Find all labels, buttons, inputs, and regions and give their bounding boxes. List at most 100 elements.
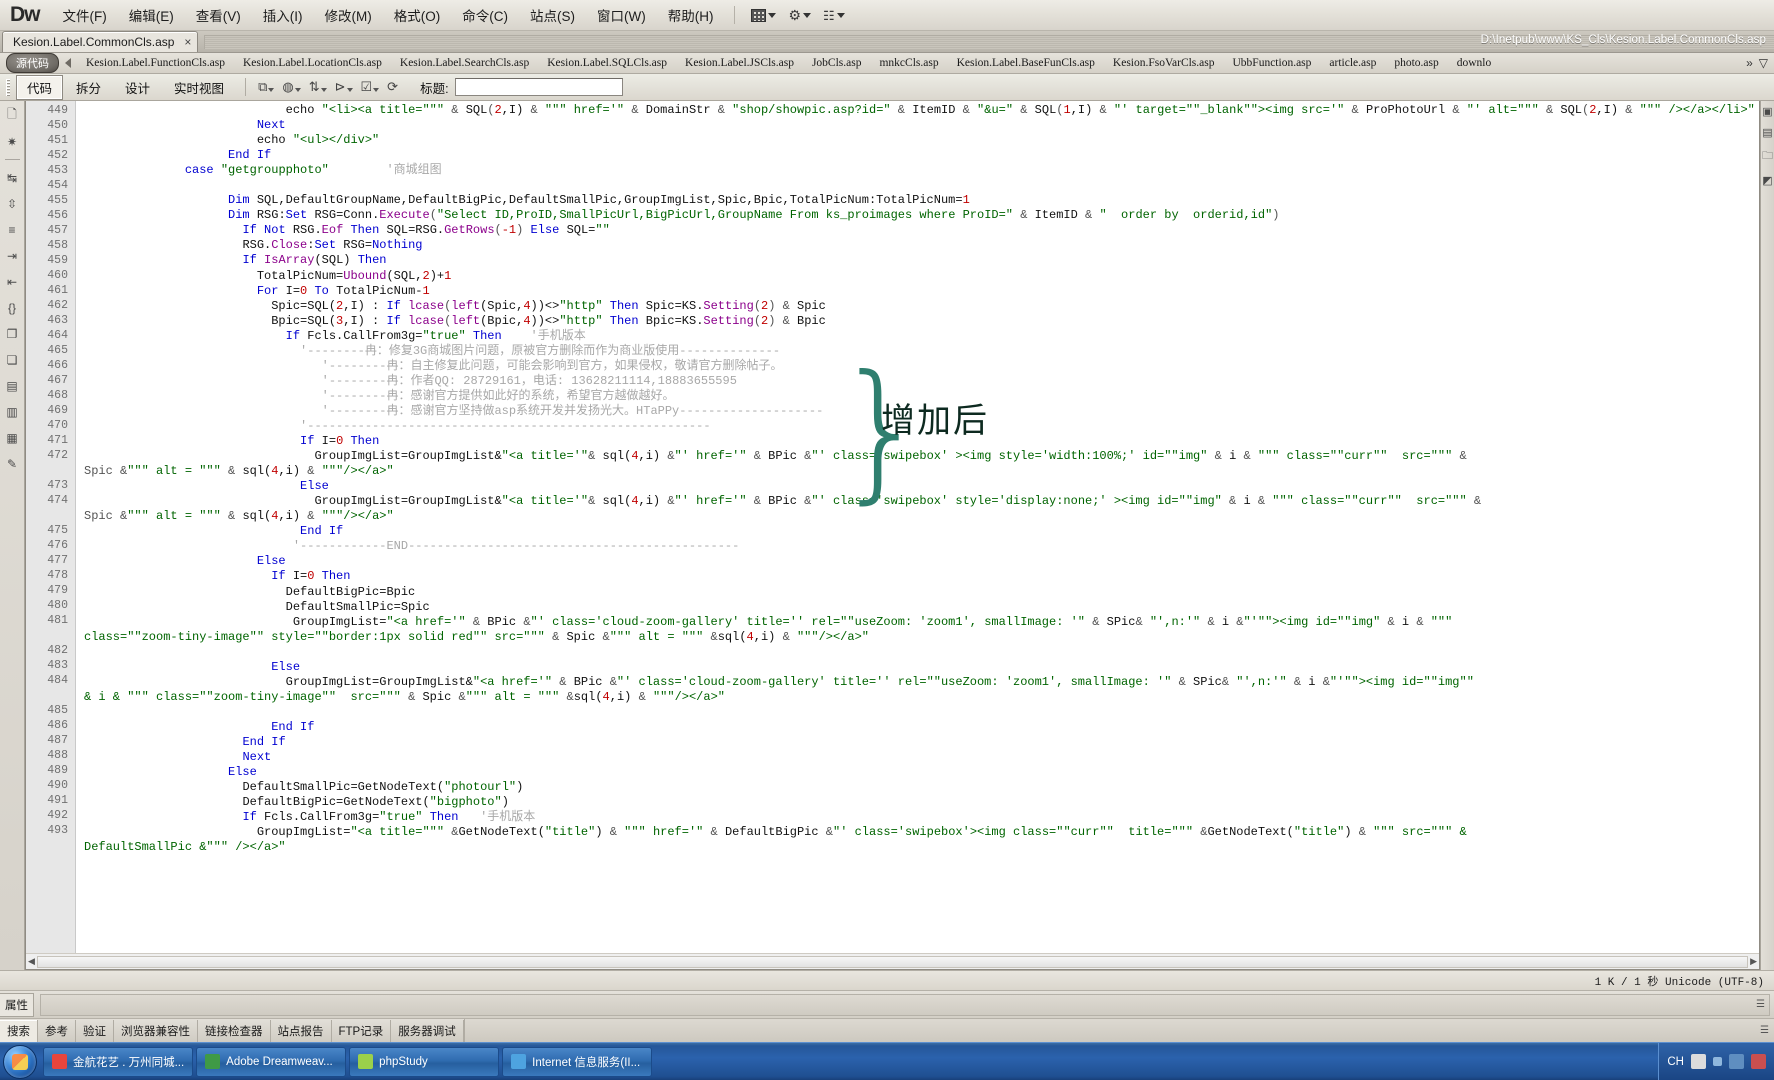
- code-line[interactable]: GroupImgList=GroupImgList&"<a href='" & …: [84, 675, 1759, 705]
- taskbar-item-iis[interactable]: Internet 信息服务(II...: [502, 1046, 653, 1077]
- balance-braces-icon[interactable]: {}: [4, 299, 21, 316]
- code-line[interactable]: Bpic=SQL(3,I) : If lcase(left(Bpic,4))<>…: [84, 314, 1759, 329]
- code-line[interactable]: [84, 705, 1759, 720]
- menu-edit[interactable]: 编辑(E): [118, 1, 185, 29]
- code-line[interactable]: If I=0 Then: [84, 434, 1759, 449]
- indent-code-icon[interactable]: ⇥: [4, 247, 21, 264]
- open-documents-icon[interactable]: 🗋: [4, 107, 21, 124]
- related-file-0[interactable]: Kesion.Label.FunctionCls.asp: [77, 57, 234, 69]
- refresh-design-view-button[interactable]: ⇅: [305, 78, 331, 96]
- properties-panel-menu-icon[interactable]: ☰: [1756, 999, 1765, 1010]
- tab-reference[interactable]: 参考: [38, 1019, 76, 1042]
- code-line[interactable]: DefaultSmallPic=Spic: [84, 600, 1759, 615]
- tab-ftp-log[interactable]: FTP记录: [332, 1019, 392, 1042]
- assets-panel-icon[interactable]: ◩: [1762, 174, 1772, 187]
- menu-modify[interactable]: 修改(M): [314, 1, 383, 29]
- related-file-2[interactable]: Kesion.Label.SearchCls.asp: [391, 57, 538, 69]
- code-line[interactable]: TotalPicNum=Ubound(SQL,2)+1: [84, 269, 1759, 284]
- menu-view[interactable]: 查看(V): [185, 1, 252, 29]
- filter-icon[interactable]: ▽: [1759, 56, 1768, 70]
- view-split-button[interactable]: 拆分: [65, 75, 112, 100]
- syntax-color-icon[interactable]: ≡: [4, 221, 21, 238]
- code-line[interactable]: Next: [84, 750, 1759, 765]
- code-line[interactable]: Else: [84, 479, 1759, 494]
- collapse-selection-icon[interactable]: ▥: [4, 403, 21, 420]
- code-line[interactable]: GroupImgList=GroupImgList&"<a title='"& …: [84, 494, 1759, 524]
- code-line[interactable]: echo "<ul></div>": [84, 133, 1759, 148]
- view-code-button[interactable]: 代码: [16, 74, 64, 100]
- tray-network-icon[interactable]: [1729, 1054, 1744, 1069]
- related-file-10[interactable]: article.asp: [1320, 57, 1385, 69]
- menu-site[interactable]: 站点(S): [519, 1, 586, 29]
- reload-button[interactable]: ⟳: [383, 78, 402, 96]
- remove-comment-icon[interactable]: ❏: [4, 351, 21, 368]
- results-panel-menu-icon[interactable]: ☰: [1760, 1025, 1769, 1036]
- horizontal-scroll-thumb[interactable]: [36, 955, 1749, 968]
- code-line[interactable]: '---------------------------------------…: [84, 419, 1759, 434]
- code-line[interactable]: If I=0 Then: [84, 569, 1759, 584]
- word-wrap-icon[interactable]: ↹: [4, 169, 21, 186]
- highlight-invalid-icon[interactable]: ✷: [4, 133, 21, 150]
- start-button[interactable]: [3, 1044, 37, 1079]
- code-line[interactable]: '--------冉：作者QQ: 28729161，电话: 1362821111…: [84, 374, 1759, 389]
- related-files-overflow[interactable]: » ▽: [1746, 53, 1774, 73]
- code-line[interactable]: DefaultBigPic=GetNodeText("bigphoto"): [84, 795, 1759, 810]
- view-live-button[interactable]: 实时视图: [163, 75, 235, 100]
- apply-comment-icon[interactable]: ❐: [4, 325, 21, 342]
- code-line[interactable]: End If: [84, 524, 1759, 539]
- code-line[interactable]: DefaultBigPic=Bpic: [84, 585, 1759, 600]
- site-management-button[interactable]: ☷: [817, 7, 851, 24]
- tab-link-checker[interactable]: 链接检查器: [198, 1019, 271, 1042]
- code-line[interactable]: '--------冉：感谢官方坚持做asp系统开发并发扬光大。HTaPPy---…: [84, 404, 1759, 419]
- code-line[interactable]: GroupImgList="<a title=""" &GetNodeText(…: [84, 825, 1759, 855]
- tab-server-debug[interactable]: 服务器调试: [391, 1019, 464, 1042]
- menu-help[interactable]: 帮助(H): [657, 1, 725, 29]
- taskbar-item-phpstudy[interactable]: phpStudy: [349, 1046, 500, 1077]
- related-file-5[interactable]: JobCls.asp: [803, 57, 871, 69]
- menu-file[interactable]: 文件(F): [52, 1, 118, 29]
- taskbar-item-dreamweaver[interactable]: Adobe Dreamweav...: [196, 1046, 347, 1077]
- code-line[interactable]: RSG.Close:Set RSG=Nothing: [84, 238, 1759, 253]
- related-file-11[interactable]: photo.asp: [1385, 57, 1447, 69]
- code-line[interactable]: '------------END------------------------…: [84, 539, 1759, 554]
- related-file-1[interactable]: Kesion.Label.LocationCls.asp: [234, 57, 391, 69]
- scroll-left-icon[interactable]: ◀: [28, 956, 35, 967]
- ime-indicator[interactable]: CH: [1667, 1056, 1684, 1068]
- format-source-icon[interactable]: ✎: [4, 455, 21, 472]
- related-file-6[interactable]: mnkcCls.asp: [870, 57, 947, 69]
- code-line[interactable]: '--------冉：感谢官方提供如此好的系统，希望官方越做越好。: [84, 389, 1759, 404]
- code-line[interactable]: If Fcls.CallFrom3g="true" Then '手机版本: [84, 810, 1759, 825]
- code-line[interactable]: GroupImgList="<a href='" & BPic &"' clas…: [84, 615, 1759, 645]
- code-line[interactable]: '--------冉：修复3G商城图片问题，原被官方删除而作为商业版使用----…: [84, 344, 1759, 359]
- file-management-button[interactable]: ⧉: [254, 78, 278, 96]
- code-line[interactable]: Dim SQL,DefaultGroupName,DefaultBigPic,D…: [84, 193, 1759, 208]
- tab-search[interactable]: 搜索: [0, 1019, 38, 1042]
- code-line[interactable]: '--------冉：自主修复此问题，可能会影响到官方，如果侵权，敬请官方删除帖…: [84, 359, 1759, 374]
- tray-volume-icon[interactable]: [1751, 1054, 1766, 1069]
- recent-snippets-icon[interactable]: ▤: [4, 377, 21, 394]
- extend-dreamweaver-button[interactable]: ⚙: [782, 6, 817, 24]
- related-file-9[interactable]: UbbFunction.asp: [1224, 57, 1321, 69]
- code-line[interactable]: DefaultSmallPic=GetNodeText("photourl"): [84, 780, 1759, 795]
- css-styles-icon[interactable]: ▤: [1762, 126, 1772, 139]
- scroll-right-icon[interactable]: ▶: [1750, 956, 1757, 967]
- horizontal-scrollbar[interactable]: ◀ ▶: [26, 953, 1759, 969]
- code-scroll-area[interactable]: 449 450 451 452 453 454 455 456 457 458 459 460 461 4…: [26, 101, 1759, 953]
- code-line[interactable]: Spic=SQL(2,I) : If lcase(left(Spic,4))<>…: [84, 299, 1759, 314]
- insert-panel-icon[interactable]: ▣: [1762, 105, 1772, 118]
- chevron-right-icon[interactable]: »: [1746, 56, 1753, 70]
- expand-all-icon[interactable]: ▦: [4, 429, 21, 446]
- related-file-7[interactable]: Kesion.Label.BaseFunCls.asp: [948, 57, 1104, 69]
- code-line[interactable]: If Not RSG.Eof Then SQL=RSG.GetRows(-1) …: [84, 223, 1759, 238]
- tray-keyboard-icon[interactable]: [1691, 1054, 1706, 1069]
- code-line[interactable]: End If: [84, 735, 1759, 750]
- code-line[interactable]: If Fcls.CallFrom3g="true" Then '手机版本: [84, 329, 1759, 344]
- code-line[interactable]: End If: [84, 148, 1759, 163]
- page-title-input[interactable]: [454, 78, 623, 96]
- menu-commands[interactable]: 命令(C): [451, 1, 519, 29]
- line-numbers-icon[interactable]: ⇳: [4, 195, 21, 212]
- tab-validation[interactable]: 验证: [76, 1019, 114, 1042]
- code-line[interactable]: Else: [84, 765, 1759, 780]
- related-files-scroll-left-icon[interactable]: [65, 58, 71, 68]
- code-text-area[interactable]: echo "<li><a title=""" & SQL(2,I) & """ …: [76, 101, 1759, 953]
